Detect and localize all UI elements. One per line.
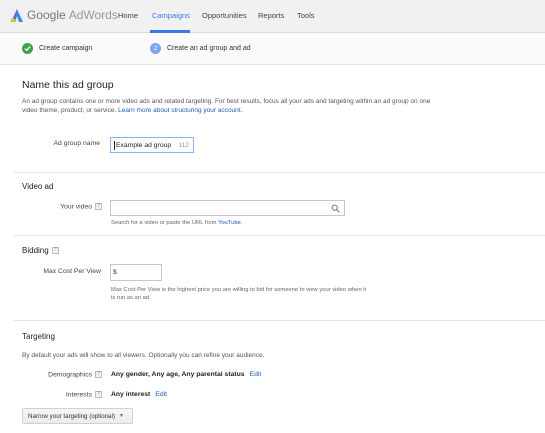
interests-label-text: Interests bbox=[65, 391, 92, 399]
step-create-campaign: Create campaign bbox=[22, 43, 92, 54]
interests-value-text: Any interest bbox=[111, 391, 151, 398]
help-icon[interactable]: ? bbox=[95, 203, 102, 210]
edit-interests-link[interactable]: Edit bbox=[155, 391, 167, 398]
section-divider bbox=[14, 320, 545, 321]
caret-down-icon: ▼ bbox=[119, 413, 124, 419]
video-hint-text: Search for a video or paste the URL from bbox=[111, 220, 217, 226]
video-search-input[interactable] bbox=[110, 200, 345, 216]
max-cpv-label: Max Cost Per View bbox=[43, 268, 101, 275]
bidding-heading: Bidding? bbox=[22, 246, 59, 255]
narrow-targeting-label: Narrow your targeting (optional) bbox=[28, 412, 116, 420]
nav-campaigns[interactable]: Campaigns bbox=[152, 11, 190, 20]
ad-group-name-label: Ad group name bbox=[53, 140, 100, 147]
demographics-value-text: Any gender, Any age, Any parental status bbox=[111, 371, 245, 378]
help-icon[interactable]: ? bbox=[95, 391, 102, 398]
targeting-heading: Targeting bbox=[22, 332, 55, 341]
bidding-heading-text: Bidding bbox=[22, 246, 49, 255]
interests-value: Any interest Edit bbox=[111, 391, 167, 398]
narrow-targeting-button[interactable]: Narrow your targeting (optional) ▼ bbox=[22, 408, 133, 424]
learn-more-link[interactable]: Learn more about structuring your accoun… bbox=[118, 107, 242, 114]
your-video-label-text: Your video bbox=[60, 203, 92, 211]
currency-symbol: $ bbox=[113, 269, 117, 276]
top-navigation-bar: Google AdWords Home Campaigns Opportunit… bbox=[0, 0, 545, 33]
max-cpv-input[interactable]: $ bbox=[110, 264, 162, 281]
search-icon[interactable] bbox=[331, 204, 340, 213]
video-search-hint: Search for a video or paste the URL from… bbox=[111, 219, 242, 227]
step-label: Create an ad group and ad bbox=[167, 45, 251, 52]
nav-reports[interactable]: Reports bbox=[258, 11, 284, 20]
your-video-label: Your video? bbox=[20, 203, 102, 210]
youtube-link[interactable]: YouTube. bbox=[218, 220, 242, 226]
help-icon[interactable]: ? bbox=[51, 247, 59, 255]
nav-opportunities[interactable]: Opportunities bbox=[202, 11, 247, 20]
ad-group-name-input[interactable]: Example ad group 112 bbox=[110, 137, 194, 153]
max-cpv-hint: Max Cost Per View is the highest price y… bbox=[111, 287, 367, 301]
logo-google-text: Google bbox=[27, 8, 66, 22]
progress-steps: Create campaign 2 Create an ad group and… bbox=[0, 33, 545, 65]
demographics-value: Any gender, Any age, Any parental status… bbox=[111, 371, 261, 378]
interests-label: Interests? bbox=[20, 391, 102, 398]
targeting-description: By default your ads will show to all vie… bbox=[22, 352, 265, 359]
adwords-logo[interactable]: Google AdWords bbox=[11, 8, 118, 22]
section-divider bbox=[14, 235, 545, 236]
adgroup-description: An ad group contains one or more video a… bbox=[22, 97, 442, 115]
check-icon bbox=[22, 43, 33, 54]
page-title: Name this ad group bbox=[22, 79, 114, 91]
demographics-label-text: Demographics bbox=[48, 371, 92, 379]
nav-tools[interactable]: Tools bbox=[297, 11, 315, 20]
step-create-ad-group: 2 Create an ad group and ad bbox=[150, 43, 251, 54]
text-cursor bbox=[114, 141, 115, 150]
section-divider bbox=[14, 172, 545, 173]
char-counter: 112 bbox=[178, 142, 189, 149]
logo-adwords-text: AdWords bbox=[68, 8, 118, 22]
edit-demographics-link[interactable]: Edit bbox=[250, 371, 262, 378]
step-number-badge: 2 bbox=[150, 43, 161, 54]
adwords-logo-icon bbox=[11, 8, 23, 22]
help-icon[interactable]: ? bbox=[95, 371, 102, 378]
ad-group-name-value: Example ad group bbox=[116, 142, 172, 149]
nav-home[interactable]: Home bbox=[118, 11, 138, 20]
video-ad-heading: Video ad bbox=[22, 182, 54, 191]
step-label: Create campaign bbox=[39, 45, 93, 52]
demographics-label: Demographics? bbox=[20, 371, 102, 378]
